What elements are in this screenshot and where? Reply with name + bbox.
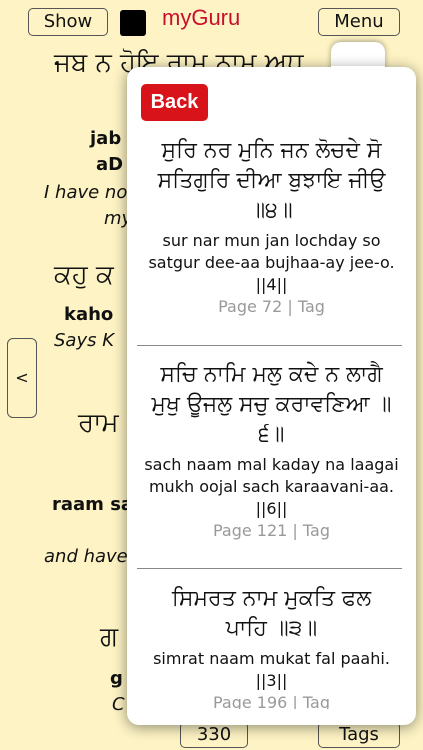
entry-translit: simrat naam mukat fal paahi. ||3|| xyxy=(153,649,390,690)
app-title: myGuru xyxy=(162,5,241,30)
verse-translation: I have no xyxy=(44,182,128,203)
verse-translit: aD xyxy=(96,154,124,175)
verse-translit: kaho xyxy=(64,304,114,325)
entry-gurmukhi: ਸੁਰਿ ਨਰ ਮੁਨਿ ਜਨ ਲੋਚਦੇ ਸੋ ਸਤਿਗੁਰਿ ਦੀਆ ਬੁਝ… xyxy=(157,138,386,223)
show-button[interactable]: Show xyxy=(28,8,108,36)
color-swatch[interactable] xyxy=(120,10,146,36)
tags-button[interactable]: Tags xyxy=(318,722,400,748)
entry-translit: sur nar mun jan lochday so satgur dee-aa… xyxy=(148,231,395,294)
menu-button[interactable]: Menu xyxy=(318,8,400,36)
verse-translit: raam sa xyxy=(52,494,134,515)
verse-translit: g xyxy=(110,668,123,689)
back-button[interactable]: Back xyxy=(141,84,208,121)
verse-gurmukhi-line: ਗ xyxy=(100,622,119,652)
verse-gurmukhi-line: ਰਾਮ xyxy=(78,408,119,438)
result-entry[interactable]: ਸਿਮਰਤ ਨਾਮ ਮੁਕਤਿ ਫਲ ਪਾਹਿ ॥੩॥ simrat naam … xyxy=(127,584,416,709)
popover-arrow-join xyxy=(331,66,385,80)
entry-page-tag[interactable]: Page 72 | Tag xyxy=(127,296,416,318)
entry-gurmukhi: ਸਿਮਰਤ ਨਾਮ ਮੁਕਤਿ ਫਲ ਪਾਹਿ ॥੩॥ xyxy=(171,586,372,641)
verse-translation: C xyxy=(112,694,125,715)
entry-page-tag[interactable]: Page 121 | Tag xyxy=(127,520,416,542)
verse-translation: and have xyxy=(44,546,128,567)
entry-divider xyxy=(137,345,402,346)
entry-translit: sach naam mal kaday na laagai mukh oojal… xyxy=(144,455,399,518)
verse-translit: jab xyxy=(90,128,122,149)
page-number-button[interactable]: 330 xyxy=(180,722,248,748)
entry-divider xyxy=(137,568,402,569)
top-bar: Show myGuru Menu xyxy=(0,0,423,40)
verse-gurmukhi-line: ਕਹੁ ਕ xyxy=(54,260,114,290)
result-entry[interactable]: ਸਚਿ ਨਾਮਿ ਮਲੁ ਕਦੇ ਨ ਲਾਗੈ ਮੁਖੁ ਊਜਲੁ ਸਚੁ ਕਰ… xyxy=(127,360,416,542)
result-entry[interactable]: ਸੁਰਿ ਨਰ ਮੁਨਿ ਜਨ ਲੋਚਦੇ ਸੋ ਸਤਿਗੁਰਿ ਦੀਆ ਬੁਝ… xyxy=(127,136,416,318)
verse-translation: Says K xyxy=(54,330,115,351)
entry-page-tag[interactable]: Page 196 | Tag xyxy=(127,692,416,709)
previous-page-button[interactable]: < xyxy=(7,338,37,418)
entry-gurmukhi: ਸਚਿ ਨਾਮਿ ਮਲੁ ਕਦੇ ਨ ਲਾਗੈ ਮੁਖੁ ਊਜਲੁ ਸਚੁ ਕਰ… xyxy=(151,362,392,447)
